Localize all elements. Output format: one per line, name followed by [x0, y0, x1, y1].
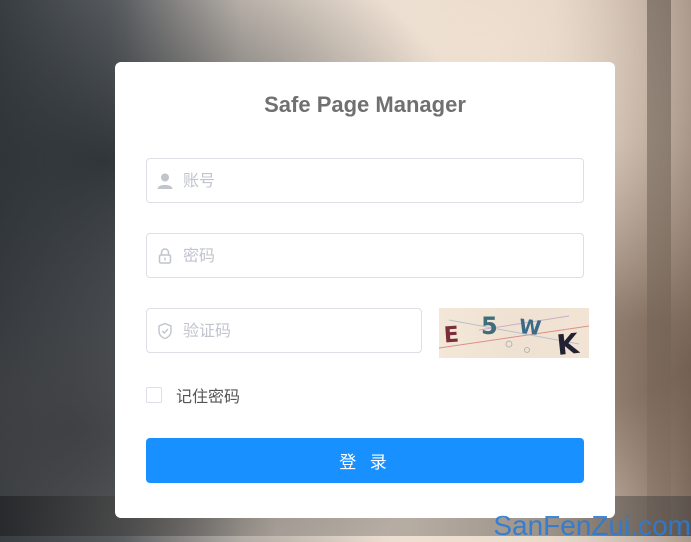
remember-checkbox[interactable] — [146, 387, 162, 403]
password-field[interactable] — [146, 233, 584, 278]
login-button[interactable]: 登 录 — [146, 438, 584, 483]
background-streak — [647, 0, 671, 536]
svg-text:W: W — [518, 314, 542, 340]
svg-text:E: E — [443, 322, 460, 348]
remember-password[interactable]: 记住密码 — [146, 385, 241, 406]
account-field[interactable] — [146, 158, 584, 203]
password-input[interactable] — [183, 234, 573, 277]
login-card: Safe Page Manager 账号 验证码 E 5 W K 记住密码 登 … — [115, 62, 615, 518]
svg-text:5: 5 — [481, 312, 498, 340]
watermark-text: SanFenZui.com — [493, 510, 691, 541]
page-title: Safe Page Manager — [264, 92, 466, 117]
account-input[interactable] — [183, 159, 573, 202]
captcha-image[interactable]: E 5 W K — [439, 308, 589, 358]
user-icon — [156, 172, 174, 190]
captcha-field[interactable] — [146, 308, 422, 353]
remember-label: 记住密码 — [176, 387, 241, 406]
svg-text:K: K — [555, 327, 581, 358]
captcha-input[interactable] — [183, 309, 413, 352]
shield-icon — [156, 322, 174, 340]
lock-icon — [156, 247, 174, 265]
